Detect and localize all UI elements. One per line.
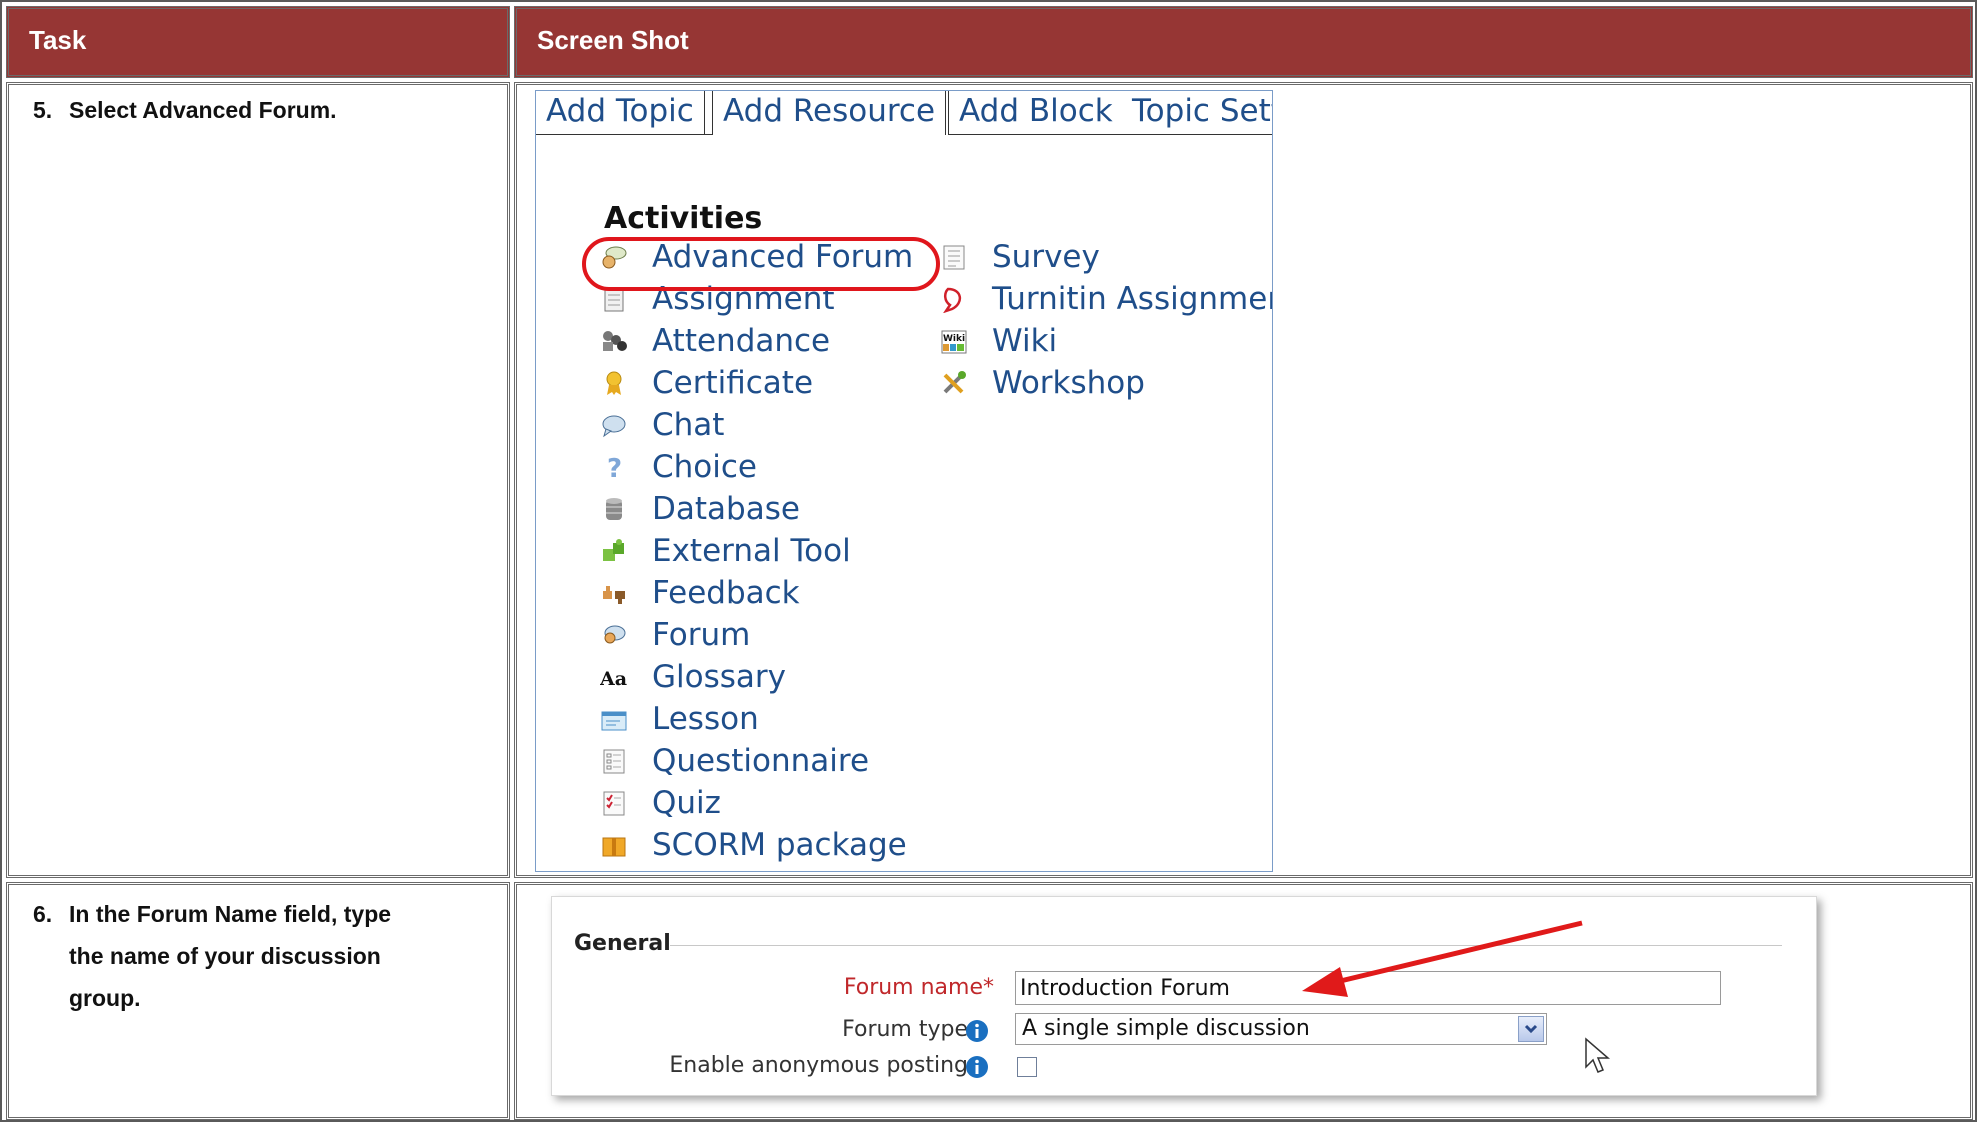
lesson-icon [601, 711, 627, 731]
task-cell-6: 6. In the Forum Name field, type the name… [6, 882, 510, 1120]
certificate-icon [606, 371, 622, 395]
step-text-line: In the Forum Name field, type [69, 901, 392, 927]
activity-label: Feedback [652, 575, 800, 611]
external-tool-icon [603, 539, 624, 561]
step-text-line: the name of your discussion [69, 943, 381, 969]
step-5: 5. Select Advanced Forum. [33, 89, 337, 131]
forum-icon [604, 625, 626, 644]
wiki-icon: Wiki [941, 330, 967, 354]
forum-type-value: A single simple discussion [1022, 1016, 1310, 1041]
step-number: 6. [33, 901, 53, 927]
tab-add-resource[interactable]: Add Resource [712, 91, 947, 135]
tab-underline [536, 134, 712, 135]
activity-label: Turnitin Assignment [992, 281, 1273, 317]
activities-screenshot: Add Topic Add Resource Add Block Topic S… [535, 90, 1273, 872]
glossary-icon: Aa [600, 668, 627, 690]
mouse-pointer-icon [1585, 1037, 1611, 1073]
quiz-icon [603, 791, 625, 816]
activity-label: Glossary [652, 659, 786, 695]
anonymous-posting-checkbox[interactable] [1017, 1057, 1037, 1077]
step-text-line: group. [69, 985, 141, 1011]
header-screenshot-label: Screen Shot [537, 25, 689, 55]
header-task: Task [6, 6, 510, 78]
forum-name-label-text: Forum name [843, 975, 983, 1000]
database-icon [606, 498, 622, 520]
tab-topic-settings[interactable]: Topic Sett [1122, 91, 1272, 135]
attendance-icon [603, 331, 627, 351]
workshop-icon [943, 371, 966, 394]
activity-label: Workshop [992, 365, 1145, 401]
activity-label: Wiki [992, 323, 1058, 359]
tab-underline [948, 134, 1272, 135]
activities-heading: Activities [604, 201, 763, 236]
forum-type-select[interactable]: A single simple discussion [1015, 1013, 1547, 1045]
svg-text:?: ? [607, 454, 622, 481]
step-number: 5. [33, 97, 53, 123]
turnitin-icon [943, 287, 961, 313]
scorm-package-icon [602, 837, 626, 857]
chevron-down-icon[interactable] [1518, 1016, 1544, 1042]
tab-bar: Add Topic Add Resource Add Block Topic S… [536, 91, 1272, 135]
svg-text:Wiki: Wiki [943, 334, 965, 344]
task-cell-5: 5. Select Advanced Forum. [6, 82, 510, 878]
step-6: 6. In the Forum Name field, type the name… [33, 893, 391, 1019]
activity-label: Lesson [652, 701, 759, 737]
tab-add-topic[interactable]: Add Topic [536, 91, 705, 135]
forum-type-label: Forum type [842, 1017, 968, 1042]
questionnaire-icon [603, 749, 625, 774]
annotation-arrow [1302, 920, 1583, 997]
section-general: General [574, 931, 671, 956]
header-task-label: Task [29, 25, 87, 55]
activity-label: External Tool [652, 533, 851, 569]
forum-settings-screenshot: General Forum name* Forum type A single … [551, 896, 1817, 1096]
info-icon[interactable] [965, 1019, 989, 1043]
activity-label: Questionnaire [652, 743, 870, 779]
chat-icon [602, 415, 626, 438]
survey-icon [943, 245, 965, 270]
activity-label: Database [652, 491, 800, 527]
forum-name-label: Forum name* [844, 975, 994, 1000]
section-divider [670, 945, 1782, 946]
anonymous-posting-label: Enable anonymous posting [669, 1053, 968, 1078]
info-icon[interactable] [965, 1055, 989, 1079]
tab-add-block[interactable]: Add Block [948, 91, 1123, 135]
activity-label: Choice [652, 449, 757, 485]
highlight-oval [582, 237, 940, 291]
activity-label: SCORM package [652, 827, 907, 863]
choice-icon: ? [607, 454, 622, 481]
required-mark: * [983, 975, 994, 1000]
activity-label: Chat [652, 407, 725, 443]
activity-label: Survey [992, 239, 1100, 275]
activity-label: Quiz [652, 785, 721, 821]
activity-label: Certificate [652, 365, 814, 401]
activity-label: Forum [652, 617, 751, 653]
step-text: Select Advanced Forum. [69, 97, 337, 123]
header-screenshot: Screen Shot [514, 6, 1973, 78]
activity-label: Attendance [652, 323, 831, 359]
svg-text:Aa: Aa [600, 668, 627, 690]
feedback-icon [603, 586, 625, 604]
